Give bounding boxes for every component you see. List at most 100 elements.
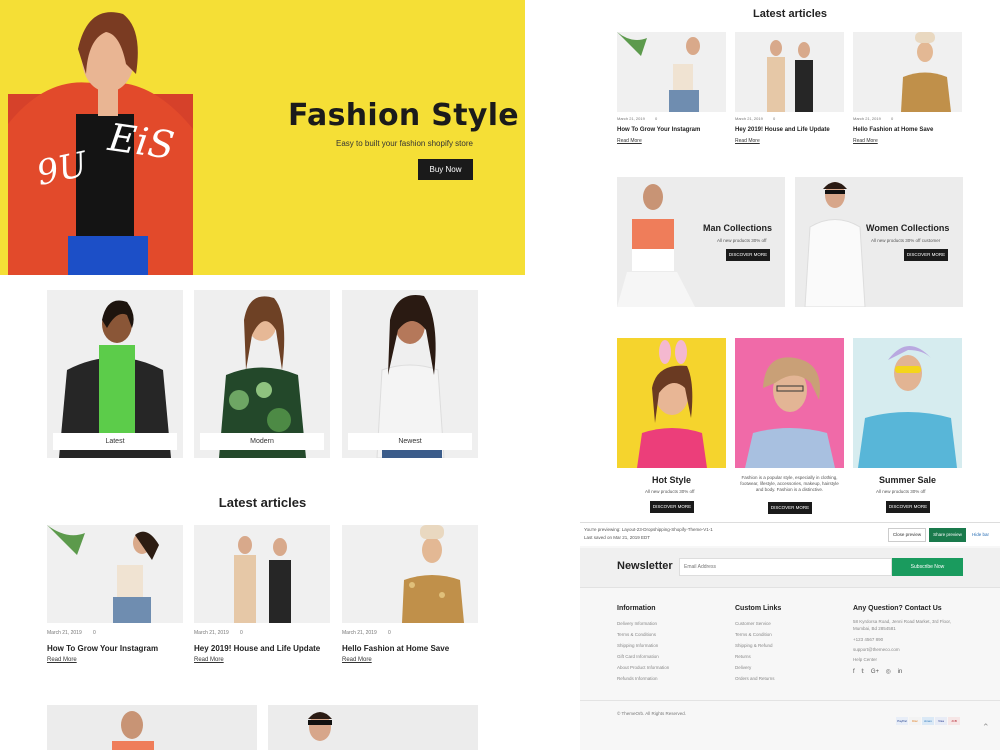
collection-preview-man-art	[112, 711, 154, 750]
right-article-title-2[interactable]: Hey 2019! House and Life Update	[735, 127, 830, 133]
popular-style-art	[745, 357, 835, 468]
right-article-comments-2: 0	[773, 116, 776, 121]
footer-contact-help[interactable]: Help Center	[853, 657, 877, 662]
article-image-3[interactable]	[342, 525, 478, 623]
right-article-image-3-art	[901, 32, 951, 112]
man-collection-banner[interactable]: Man Collections All new products 30% off…	[617, 177, 785, 307]
footer-custom-link-3[interactable]: Shipping & Refund	[735, 643, 773, 648]
newsletter-section: Newsletter Subscribe Now	[580, 548, 1000, 588]
popular-style-discover-button[interactable]: DISCOVER MORE	[768, 502, 812, 514]
article-image-3-art	[402, 525, 464, 623]
category-label-latest[interactable]: Latest	[53, 433, 177, 450]
visa-icon: Visa	[935, 717, 947, 725]
close-preview-button[interactable]: Close preview	[888, 528, 926, 542]
footer-info-link-5[interactable]: About Product Information	[617, 665, 669, 670]
hero-model-image: 9U EiS	[8, 12, 193, 275]
twitter-icon[interactable]: 𝕥	[861, 669, 864, 675]
article-image-2[interactable]	[194, 525, 330, 623]
article-comments-3: 0	[388, 630, 391, 636]
right-article-read-1[interactable]: Read More	[617, 138, 642, 144]
right-article-image-3[interactable]	[853, 32, 962, 112]
summer-sale-discover-button[interactable]: DISCOVER MORE	[886, 501, 930, 513]
article-date-3: March 21, 2019	[342, 630, 377, 636]
right-article-date-2: March 21, 2019	[735, 116, 763, 121]
article-read-more-3[interactable]: Read More	[342, 657, 372, 663]
right-article-image-2[interactable]	[735, 32, 844, 112]
right-article-image-1[interactable]	[617, 32, 726, 112]
footer-info-link-1[interactable]: Delivery Information	[617, 621, 657, 626]
category-label-newest[interactable]: Newest	[348, 433, 472, 450]
category-tile-newest[interactable]: Newest	[342, 290, 478, 458]
footer-info-link-4[interactable]: Gift Card Information	[617, 654, 659, 659]
footer-contact-title: Any Question? Contact Us	[853, 605, 942, 612]
article-title-1[interactable]: How To Grow Your Instagram	[47, 644, 158, 653]
popular-style-image[interactable]	[735, 338, 844, 468]
hero-banner: 9U EiS Fashion Style Easy to built your …	[0, 0, 525, 275]
women-collection-banner[interactable]: Women Collections All new products 30% o…	[795, 177, 963, 307]
right-article-title-3[interactable]: Hello Fashion at Home Save	[853, 127, 933, 133]
preview-saved-line: Last saved on Mar 21, 2019 EDT	[584, 535, 651, 540]
preview-status-line: You're previewing: Layout-23-Dropshippin…	[584, 527, 713, 532]
google-plus-icon[interactable]: G+	[871, 669, 879, 675]
footer-custom-link-1[interactable]: Customer Service	[735, 621, 771, 626]
footer-custom-link-4[interactable]: Returns	[735, 654, 751, 659]
category-tile-modern[interactable]: Modern	[194, 290, 330, 458]
svg-text:EiS: EiS	[105, 115, 177, 168]
footer-custom-link-6[interactable]: Orders and Returns	[735, 676, 775, 681]
women-collection-subtitle: All new products 30% off customer	[871, 238, 941, 243]
category-tile-latest[interactable]: Latest	[47, 290, 183, 458]
instagram-icon[interactable]: ◎	[886, 669, 891, 675]
footer-info-link-6[interactable]: Refunds Information	[617, 676, 658, 681]
linkedin-icon[interactable]: in	[898, 669, 903, 675]
footer-custom-link-5[interactable]: Delivery	[735, 665, 751, 670]
articles-heading-right: Latest articles	[753, 8, 827, 20]
article-image-1[interactable]	[47, 525, 183, 623]
hot-style-art	[637, 340, 707, 468]
discover-icon: Disc	[909, 717, 921, 725]
women-discover-button[interactable]: DISCOVER MORE	[904, 249, 948, 261]
footer-information-title: Information	[617, 605, 656, 612]
buy-now-button[interactable]: Buy Now	[418, 159, 473, 180]
right-article-image-2-art	[767, 40, 813, 112]
popular-style-text: Fashion is a popular style, especially i…	[740, 475, 839, 492]
summer-sale-art	[858, 345, 957, 468]
subscribe-button[interactable]: Subscribe Now	[892, 558, 963, 576]
footer-contact-phone[interactable]: +123 4567 890	[853, 637, 883, 642]
article-read-more-2[interactable]: Read More	[194, 657, 224, 663]
facebook-icon[interactable]: f	[853, 669, 855, 675]
footer-custom-link-2[interactable]: Terms & Condition	[735, 632, 772, 637]
man-discover-button[interactable]: DISCOVER MORE	[726, 249, 770, 261]
summer-sale-image[interactable]	[853, 338, 962, 468]
right-article-date-1: March 21, 2019	[617, 116, 645, 121]
chevron-up-icon[interactable]: ⌃	[982, 722, 990, 733]
footer-divider	[580, 700, 1000, 701]
payment-icons: PayPal Disc Amex Visa JCB	[896, 709, 960, 727]
hot-style-image[interactable]	[617, 338, 726, 468]
jcb-icon: JCB	[948, 717, 960, 725]
amex-icon: Amex	[922, 717, 934, 725]
footer-info-link-2[interactable]: Terms & Conditions	[617, 632, 656, 637]
collection-preview-women[interactable]	[268, 705, 478, 750]
collection-preview-man[interactable]	[47, 705, 257, 750]
article-title-2[interactable]: Hey 2019! House and Life Update	[194, 644, 320, 653]
article-date-1: March 21, 2019	[47, 630, 82, 636]
summer-sale-subtitle: All new products 30% off	[876, 489, 926, 494]
hot-style-discover-button[interactable]: DISCOVER MORE	[650, 501, 694, 513]
footer-contact-city: Mumbai, Bd 2854581	[853, 626, 896, 631]
footer-contact-email[interactable]: support@themeco.com	[853, 647, 900, 652]
category-label-modern[interactable]: Modern	[200, 433, 324, 450]
footer-custom-links-title: Custom Links	[735, 605, 782, 612]
hot-style-subtitle: All new products 30% off	[645, 489, 695, 494]
share-preview-button[interactable]: Share preview	[929, 528, 966, 542]
right-article-read-2[interactable]: Read More	[735, 138, 760, 144]
article-title-3[interactable]: Hello Fashion at Home Save	[342, 644, 449, 653]
newsletter-email-input[interactable]	[679, 558, 892, 576]
articles-heading: Latest articles	[218, 495, 307, 510]
right-article-date-3: March 21, 2019	[853, 116, 881, 121]
hide-bar-link[interactable]: Hide bar	[972, 532, 989, 537]
right-article-image-1-art	[617, 32, 700, 112]
article-read-more-1[interactable]: Read More	[47, 657, 77, 663]
right-article-read-3[interactable]: Read More	[853, 138, 878, 144]
footer-info-link-3[interactable]: Shipping Information	[617, 643, 658, 648]
right-article-title-1[interactable]: How To Grow Your Instagram	[617, 127, 700, 133]
